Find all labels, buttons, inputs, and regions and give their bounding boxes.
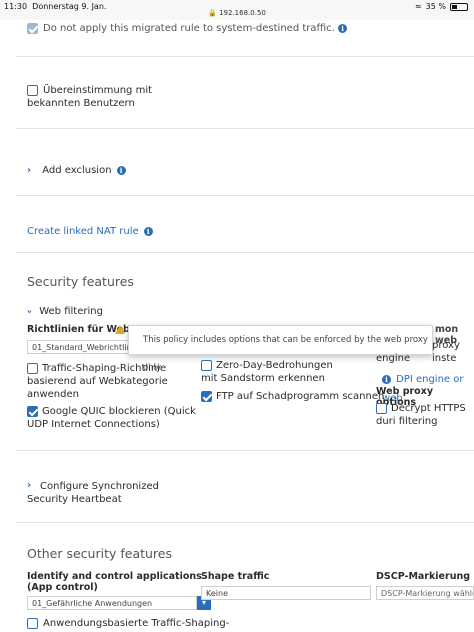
match-known-users-label: Übereinstimmung mit bekannten Benutzern [27,85,153,109]
divider [16,252,474,253]
create-nat-link[interactable]: Create linked NAT rule i [27,219,153,238]
info-icon[interactable]: i [116,166,126,175]
app-control-label: Identify and control applications (App c… [27,571,202,593]
divider [16,195,474,196]
add-exclusion-label: Add exclusion [42,165,112,176]
lock-icon: 🔒 [208,9,217,17]
ftp-scan-checkbox[interactable] [201,391,212,402]
engine-label: engine [376,353,411,364]
security-features-heading: Security features [27,274,134,289]
quic-label: Google QUIC blockieren (Quick UDP Intern… [27,406,196,430]
proxy-instead-partial: proxy inste [432,340,460,364]
wifi-icon: ≈ [414,2,422,11]
web-policy-select[interactable]: 01_Standard_Webrichtlini [27,340,133,354]
status-right: ≈ 35 % [415,2,468,11]
url-bar[interactable]: 🔒 192.168.0.50 [0,9,474,17]
divider [16,450,474,451]
app-shaping-label: Anwendungsbasierte Traffic-Shaping- [43,618,230,629]
web-proxy-tooltip: This policy includes options that can be… [128,325,433,373]
warning-icon[interactable] [115,325,125,334]
web-filtering-toggle[interactable]: › Web filtering [23,299,103,318]
app-control-select[interactable]: 01_Gefährliche Anwendungen [27,596,197,610]
create-nat-label: Create linked NAT rule [27,226,139,237]
traffic-shaping-label: Traffic-Shaping-Richtlinie basierend auf… [27,363,168,400]
chevron-down-icon: › [23,309,35,314]
dscp-select[interactable]: DSCP-Markierung wählen [376,586,474,600]
status-bar: 11:30 Donnerstag 9. Jan. 🔒 192.168.0.50 … [0,0,474,20]
sync-heartbeat-toggle[interactable]: Configure Synchronized Security Heartbea… [27,480,197,506]
url-text: 192.168.0.50 [219,9,266,17]
app-shaping-checkbox[interactable] [27,618,38,629]
ftp-scan-label: FTP auf Schadprogramm scannen [216,391,385,402]
zero-day-label: Zero-Day-Bedrohungen mit Sandstorm erken… [201,360,333,384]
info-icon[interactable]: i [143,227,153,236]
decrypt-https-label: Decrypt HTTPS duri filtering [376,403,466,427]
chevron-right-icon: › [27,165,32,176]
dscp-label: DSCP-Markierung [376,571,471,582]
other-security-heading: Other security features [27,546,172,561]
web-filtering-label: Web filtering [39,306,103,317]
battery-percent: 35 % [425,2,446,11]
no-migrated-label: Do not apply this migrated rule to syste… [43,22,348,35]
shape-traffic-label: Shape traffic [201,571,270,582]
no-migrated-checkbox[interactable] [27,23,38,34]
divider [16,522,474,523]
add-exclusion-toggle[interactable]: › Add exclusion i [27,158,126,177]
divider [16,56,474,57]
info-icon: i [382,375,391,384]
battery-icon [450,2,468,11]
divider [16,128,474,129]
info-icon[interactable]: i [338,24,348,33]
shape-traffic-select[interactable]: Keine [201,586,371,600]
